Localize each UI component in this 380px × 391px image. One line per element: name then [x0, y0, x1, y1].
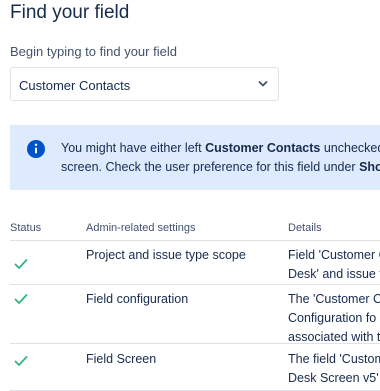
banner-line-1-suffix: unchecked — [320, 141, 380, 155]
banner-line-1-prefix: You might have either left — [61, 141, 206, 155]
check-icon — [14, 356, 28, 366]
details-line: Desk' and issue t — [288, 267, 380, 281]
info-icon — [27, 140, 45, 158]
row-divider — [10, 284, 380, 285]
header-details: Details — [288, 222, 322, 234]
setting-details: Field 'Customer C Desk' and issue t — [288, 246, 380, 284]
info-banner: You might have either left Customer Cont… — [10, 125, 380, 190]
setting-details: The 'Customer C Configuration fo associa… — [288, 290, 380, 347]
details-line: associated with t — [288, 330, 380, 344]
check-icon — [14, 294, 28, 304]
header-divider — [10, 240, 380, 241]
chevron-down-icon[interactable] — [258, 80, 268, 88]
field-select[interactable]: Customer Contacts — [10, 67, 279, 101]
details-line: Field 'Customer C — [288, 248, 380, 262]
details-line: Desk Screen v5' c — [288, 371, 380, 385]
field-search-label: Begin typing to find your field — [10, 44, 177, 59]
row-divider — [10, 343, 380, 344]
details-line: Configuration fo — [288, 311, 377, 325]
setting-name: Field configuration — [86, 292, 189, 306]
page-title: Find your field — [10, 2, 130, 23]
banner-field-name: Customer Contacts — [205, 141, 321, 155]
banner-line-2-prefix: screen. Check the user preference for th… — [61, 160, 360, 174]
header-status: Status — [10, 222, 42, 234]
details-line: The 'Customer C — [288, 292, 380, 306]
banner-message: You might have either left Customer Cont… — [61, 139, 380, 177]
banner-line-2: screen. Check the user preference for th… — [61, 158, 380, 177]
field-select-value: Customer Contacts — [19, 78, 131, 93]
setting-name: Project and issue type scope — [86, 248, 246, 262]
header-admin-settings: Admin-related settings — [86, 222, 196, 234]
setting-name: Field Screen — [86, 352, 157, 366]
banner-preference-link: Sho — [359, 160, 380, 174]
setting-details: The field 'Custom Desk Screen v5' c — [288, 350, 380, 388]
banner-line-1: You might have either left Customer Cont… — [61, 139, 380, 158]
details-line: The field 'Custom — [288, 352, 380, 366]
check-icon — [14, 259, 28, 269]
